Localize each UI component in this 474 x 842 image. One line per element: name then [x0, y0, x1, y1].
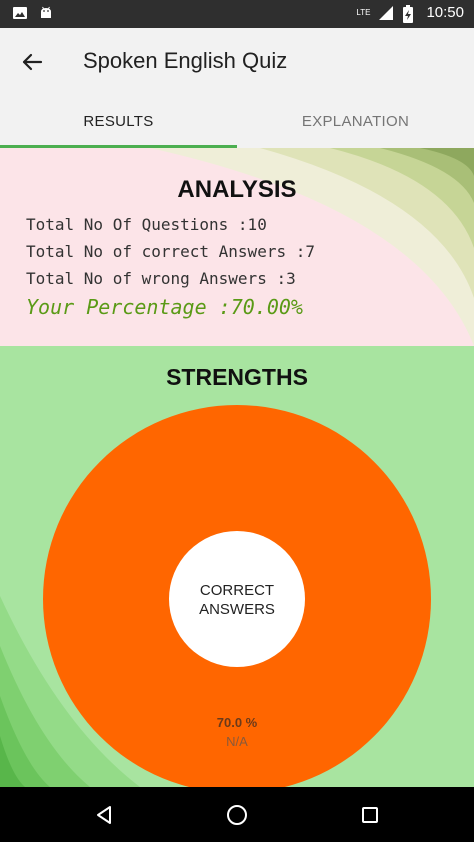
app-bar: Spoken English Quiz — [0, 28, 474, 94]
battery-icon — [402, 4, 418, 23]
analysis-section: ANALYSIS Total No Of Questions :10 Total… — [0, 148, 474, 346]
chart-slice-value-label: 70.0 % — [217, 715, 258, 730]
tab-bar: RESULTS EXPLANATION — [0, 94, 474, 148]
arrow-back-icon — [22, 53, 43, 71]
nav-home-button[interactable] — [219, 797, 255, 833]
signal-icon — [378, 5, 394, 21]
analysis-title: ANALYSIS — [177, 176, 297, 203]
recents-square-icon — [362, 807, 378, 823]
donut-center-label: ANSWERS — [199, 601, 275, 618]
back-triangle-icon — [97, 806, 111, 824]
strengths-section: STRENGTHS 70.0 % N/A CORRECT ANSWERS — [0, 346, 474, 787]
page-title: Spoken English Quiz — [83, 48, 288, 73]
tab-results[interactable]: RESULTS — [0, 94, 237, 148]
network-label: LTE — [356, 8, 371, 17]
status-bar: LTE 10:50 — [0, 0, 474, 28]
nav-back-button[interactable] — [86, 797, 122, 833]
strengths-donut-chart: 70.0 % N/A CORRECT ANSWERS — [43, 405, 431, 787]
navigation-bar — [0, 787, 474, 842]
chart-slice-name-label: N/A — [226, 734, 248, 749]
correct-answers-text: Total No of correct Answers :7 — [26, 242, 315, 261]
back-button[interactable] — [14, 44, 50, 80]
tab-explanation[interactable]: EXPLANATION — [237, 94, 474, 148]
status-time: 10:50 — [426, 4, 464, 21]
total-questions-text: Total No Of Questions :10 — [26, 215, 267, 234]
image-icon — [12, 5, 28, 21]
donut-center-hole — [169, 531, 305, 667]
home-circle-icon — [227, 805, 247, 825]
android-icon — [38, 5, 54, 21]
donut-center-label: CORRECT — [200, 582, 274, 599]
wrong-answers-text: Total No of wrong Answers :3 — [26, 269, 296, 288]
nav-recents-button[interactable] — [352, 797, 388, 833]
percentage-text: Your Percentage :70.00% — [26, 295, 303, 319]
